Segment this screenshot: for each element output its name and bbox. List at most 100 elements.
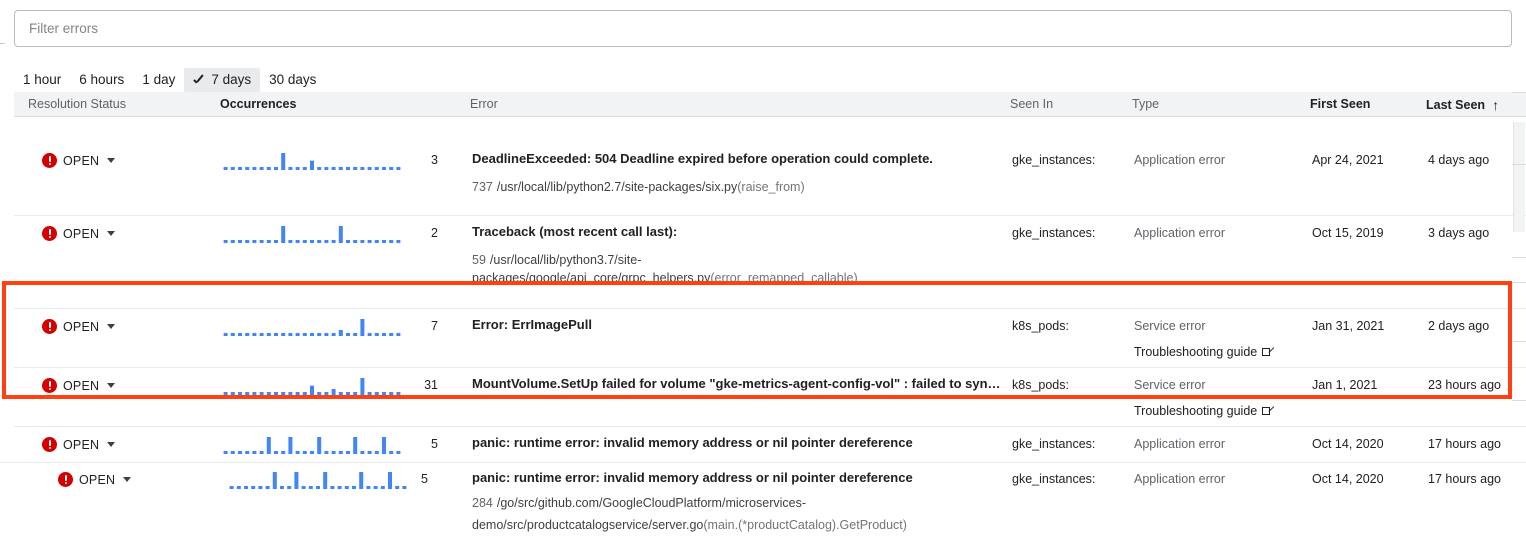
- scrollbar-thumb[interactable]: [1513, 122, 1525, 232]
- troubleshooting-guide-link[interactable]: Troubleshooting guide: [1134, 404, 1273, 418]
- search-input[interactable]: [15, 11, 1511, 46]
- tab-1-hour[interactable]: 1 hour: [14, 68, 70, 92]
- column-header-type[interactable]: Type: [1132, 92, 1159, 116]
- check-icon: [193, 74, 206, 87]
- error-circle-icon: [42, 437, 57, 452]
- seen-in-value: gke_instances:: [1012, 153, 1095, 167]
- chevron-down-icon[interactable]: [107, 442, 115, 447]
- tab-6-hours-label: 6 hours: [79, 72, 124, 88]
- column-header-last-seen[interactable]: Last Seen↑: [1426, 92, 1499, 116]
- occurrences-sparkline: [222, 376, 402, 398]
- error-line-number: 284: [472, 496, 493, 510]
- type-value: Application error: [1134, 437, 1225, 451]
- column-header-first-seen[interactable]: First Seen: [1310, 92, 1370, 116]
- scroll-tick: [1512, 164, 1526, 165]
- tab-30-days-label: 30 days: [269, 72, 316, 88]
- tab-7-days[interactable]: 7 days: [184, 68, 260, 92]
- error-title[interactable]: panic: runtime error: invalid memory add…: [472, 470, 913, 485]
- type-value: Application error: [1134, 153, 1225, 167]
- error-function-name: (error_remapped_callable): [710, 271, 857, 285]
- scroll-tick: [1512, 257, 1526, 258]
- status-badge-open[interactable]: OPEN: [42, 319, 115, 334]
- occurrences-sparkline: [222, 435, 402, 457]
- status-badge-open[interactable]: OPEN: [58, 472, 131, 487]
- table-row[interactable]: OPEN 2 Traceback (most recent call last): 5…: [14, 216, 1526, 309]
- error-path-line-1: /go/src/github.com/GoogleCloudPlatform/m…: [497, 496, 806, 510]
- last-seen-value: 3 days ago: [1428, 226, 1489, 240]
- error-circle-icon: [42, 226, 57, 241]
- column-header-error[interactable]: Error: [470, 92, 498, 116]
- status-label: OPEN: [63, 379, 99, 393]
- error-source-path: 737/usr/local/lib/python2.7/site-package…: [472, 178, 1002, 196]
- first-seen-value: Jan 1, 2021: [1312, 378, 1377, 392]
- column-header-occurrences[interactable]: Occurrences: [220, 92, 296, 116]
- type-value: Application error: [1134, 226, 1225, 240]
- type-cell: Service error Troubleshooting guide: [1134, 319, 1273, 359]
- type-value: Application error: [1134, 472, 1225, 486]
- status-badge-open[interactable]: OPEN: [42, 437, 115, 452]
- error-path: /usr/local/lib/python3.7/site-packages/g…: [472, 253, 710, 285]
- error-title[interactable]: panic: runtime error: invalid memory add…: [472, 435, 1002, 450]
- seen-in-value: k8s_pods:: [1012, 378, 1069, 392]
- error-title[interactable]: DeadlineExceeded: 504 Deadline expired b…: [472, 151, 1002, 166]
- error-circle-icon: [42, 378, 57, 393]
- type-value: Service error: [1134, 378, 1273, 392]
- error-reporting-page: 1 hour 6 hours 1 day 7 days 30 days Reso…: [0, 0, 1526, 555]
- status-badge-open[interactable]: OPEN: [42, 378, 115, 393]
- seen-in-value: k8s_pods:: [1012, 319, 1069, 333]
- table-row[interactable]: OPEN7Error: ErrImagePullk8s_pods:Service…: [14, 309, 1526, 368]
- type-value: Service error: [1134, 319, 1273, 333]
- occurrences-sparkline: [228, 470, 408, 497]
- tab-1-hour-label: 1 hour: [23, 72, 61, 88]
- chevron-down-icon[interactable]: [107, 158, 115, 163]
- error-cell: Traceback (most recent call last): 59/usr…: [472, 224, 1002, 287]
- time-range-tabs: 1 hour 6 hours 1 day 7 days 30 days: [14, 68, 325, 92]
- arrow-up-icon: ↑: [1492, 93, 1499, 117]
- error-line-number: 59: [472, 253, 486, 267]
- ghost-duplicate-row: OPEN 5 panic: runtime error: invalid mem…: [0, 462, 1526, 555]
- column-header-resolution-status[interactable]: Resolution Status: [28, 92, 126, 116]
- column-header-seen-in[interactable]: Seen In: [1010, 92, 1053, 116]
- filter-errors-field[interactable]: [14, 10, 1512, 47]
- occurrences-sparkline: [222, 151, 402, 173]
- error-title[interactable]: Traceback (most recent call last):: [472, 224, 1002, 239]
- table-row[interactable]: OPEN3DeadlineExceeded: 504 Deadline expi…: [14, 143, 1526, 216]
- errors-table: Resolution Status Occurrences Error Seen…: [14, 92, 1526, 117]
- scroll-tick: [1512, 282, 1526, 283]
- chevron-down-icon[interactable]: [107, 324, 115, 329]
- error-cell: Error: ErrImagePull: [472, 317, 1002, 332]
- chevron-down-icon[interactable]: [123, 477, 131, 482]
- error-title[interactable]: MountVolume.SetUp failed for volume "gke…: [472, 376, 1002, 391]
- chevron-down-icon[interactable]: [107, 383, 115, 388]
- last-seen-value: 17 hours ago: [1428, 472, 1501, 486]
- left-edge-divider: [0, 43, 5, 44]
- error-circle-icon: [58, 472, 73, 487]
- error-function-name: (main.(*productCatalog).GetProduct): [703, 518, 907, 532]
- last-seen-value: 2 days ago: [1428, 319, 1489, 333]
- status-label: OPEN: [79, 473, 115, 487]
- error-cell: DeadlineExceeded: 504 Deadline expired b…: [472, 151, 1002, 196]
- type-cell: Application error: [1134, 437, 1225, 451]
- seen-in-value: gke_instances:: [1012, 226, 1095, 240]
- seen-in-value: gke_instances:: [1012, 437, 1095, 451]
- tab-30-days[interactable]: 30 days: [260, 68, 325, 92]
- tab-1-day[interactable]: 1 day: [133, 68, 184, 92]
- status-badge-open[interactable]: OPEN: [42, 153, 115, 168]
- type-cell: Application error: [1134, 153, 1225, 167]
- row-divider: [0, 462, 1526, 463]
- scroll-tick: [1512, 341, 1526, 342]
- error-title[interactable]: Error: ErrImagePull: [472, 317, 1002, 332]
- occurrences-count: 2: [412, 226, 438, 240]
- troubleshooting-guide-link[interactable]: Troubleshooting guide: [1134, 345, 1273, 359]
- first-seen-value: Jan 31, 2021: [1312, 319, 1384, 333]
- type-cell: Application error: [1134, 226, 1225, 240]
- troubleshooting-guide-label: Troubleshooting guide: [1134, 345, 1257, 359]
- first-seen-value: Apr 24, 2021: [1312, 153, 1384, 167]
- status-badge-open[interactable]: OPEN: [42, 226, 115, 241]
- tab-1-day-label: 1 day: [142, 72, 175, 88]
- first-seen-value: Oct 15, 2019: [1312, 226, 1384, 240]
- table-row[interactable]: OPEN31MountVolume.SetUp failed for volum…: [14, 368, 1526, 427]
- tab-6-hours[interactable]: 6 hours: [70, 68, 133, 92]
- occurrences-sparkline: [222, 317, 402, 339]
- chevron-down-icon[interactable]: [107, 231, 115, 236]
